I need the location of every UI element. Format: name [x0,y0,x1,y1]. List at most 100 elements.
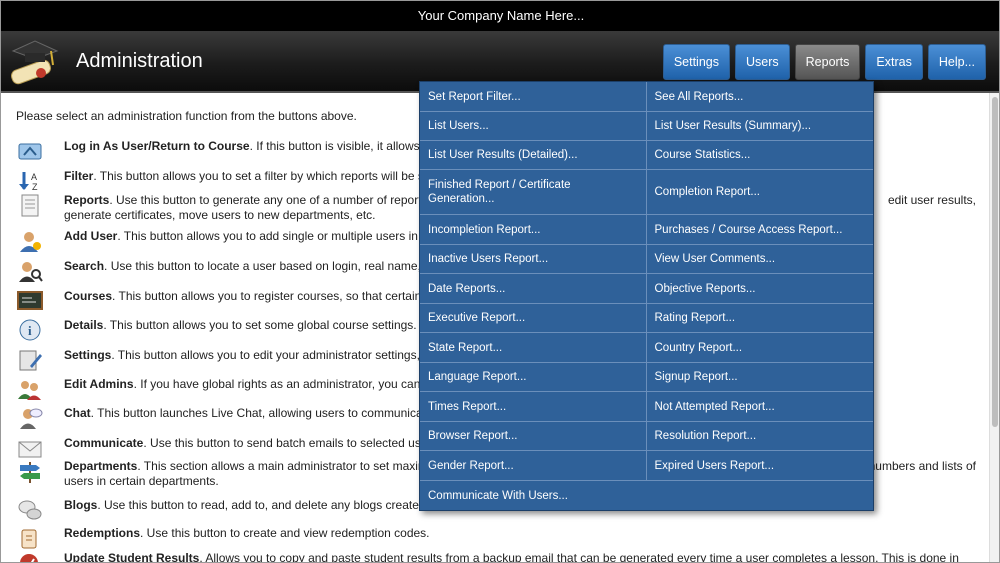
blackboard-icon [17,291,43,310]
menu-item[interactable]: Purchases / Course Access Report... [647,215,874,244]
function-text: . Use this button to locate a user based… [104,259,431,273]
menu-item[interactable]: Finished Report / Certificate Generation… [420,170,647,214]
update-results-icon [20,554,38,562]
function-text: . Use this button to create and view red… [140,526,430,540]
nav-bar: Settings Users Reports Extras Help... [662,44,986,80]
function-row: Update Student Results. Allows you to co… [16,551,976,563]
company-name: Your Company Name Here... [417,8,585,23]
function-title: Update Student Results [64,551,200,563]
svg-text:A: A [31,172,37,182]
menu-item[interactable]: Rating Report... [647,304,874,332]
menu-item[interactable]: Gender Report... [420,451,647,480]
login-icon [18,143,42,160]
menu-item[interactable]: Not Attempted Report... [647,392,874,421]
function-text-continued: numbers and lists of [868,459,976,473]
menu-item[interactable]: Inactive Users Report... [420,245,647,273]
function-text: . This button allows you to set some glo… [103,318,417,332]
menu-row: Language Report... Signup Report... [420,363,873,392]
menu-item[interactable]: Executive Report... [420,304,647,332]
menu-item[interactable]: Communicate With Users... [420,481,873,510]
menu-row: List Users... List User Results (Summary)… [420,112,873,141]
chat-icon [20,408,43,429]
function-text: . This button allows you to edit your ad… [111,348,420,362]
company-bar: Your Company Name Here... [1,1,999,31]
menu-row: Times Report... Not Attempted Report... [420,392,873,422]
function-title: Details [64,318,104,332]
menu-row: Browser Report... Resolution Report... [420,422,873,451]
menu-row: Finished Report / Certificate Generation… [420,170,873,215]
function-title: Settings [64,348,112,362]
settings-edit-icon [19,350,42,371]
function-description: Redemptions. Use this button to create a… [64,526,976,550]
function-text: . Use this button to read, add to, and d… [97,498,426,512]
menu-row: List User Results (Detailed)... Course St… [420,141,873,170]
function-text-continued: edit user results, [887,193,976,207]
function-description: Update Student Results. Allows you to co… [64,551,976,563]
menu-item[interactable]: Signup Report... [647,363,874,391]
function-text: . This button allows you to register cou… [112,289,431,303]
menu-row: Date Reports... Objective Reports... [420,274,873,304]
menu-item[interactable]: Completion Report... [647,170,874,214]
function-title: Redemptions [64,526,141,540]
page-title: Administration [76,50,203,72]
menu-item[interactable]: Objective Reports... [647,274,874,303]
add-user-icon [20,232,41,252]
menu-item[interactable]: View User Comments... [647,245,874,273]
function-text: . If this button is visible, it allows y [249,139,429,153]
svg-text:i: i [28,323,32,338]
reports-button[interactable]: Reports [794,44,861,80]
menu-item[interactable]: List User Results (Detailed)... [420,141,647,169]
function-title: Add User [64,229,118,243]
menu-item[interactable]: See All Reports... [647,82,874,111]
reports-dropdown-menu: Set Report Filter... See All Reports... Li… [419,81,874,511]
extras-button[interactable]: Extras [865,44,923,80]
redemption-icon [21,529,37,549]
app-window: Your Company Name Here... Administration… [0,0,1000,563]
settings-button[interactable]: Settings [662,44,730,80]
function-title: Departments [64,459,138,473]
menu-item[interactable]: List Users... [420,112,647,140]
menu-row: Inactive Users Report... View User Commen… [420,245,873,274]
function-text: . If you have global rights as an admini… [133,377,431,391]
menu-item[interactable]: Times Report... [420,392,647,421]
function-text: . This button allows you to set a filter… [93,169,424,183]
function-title: Courses [64,289,113,303]
users-button[interactable]: Users [734,44,790,80]
signpost-icon [20,462,40,483]
menu-item[interactable]: Date Reports... [420,274,647,303]
email-icon [18,441,42,458]
function-text: . This section allows a main administrat… [137,459,428,473]
admins-icon [18,381,41,400]
function-text: . This button allows you to add single o… [117,229,428,243]
svg-text:Z: Z [32,182,38,192]
function-row: Redemptions. Use this button to create a… [16,526,976,550]
blog-icon [18,500,42,520]
menu-item[interactable]: List User Results (Summary)... [647,112,874,140]
menu-item[interactable]: Country Report... [647,333,874,362]
menu-item[interactable]: Browser Report... [420,422,647,450]
document-icon [21,194,39,217]
vertical-scrollbar[interactable] [989,93,999,562]
function-title: Filter [64,169,94,183]
function-text: . Use this button to generate any one of… [109,193,428,207]
search-user-icon [19,262,43,282]
menu-item[interactable]: Language Report... [420,363,647,391]
menu-item[interactable]: Incompletion Report... [420,215,647,244]
function-title: Communicate [64,436,144,450]
help-button[interactable]: Help... [927,44,986,80]
menu-item[interactable]: Set Report Filter... [420,82,647,111]
function-title: Blogs [64,498,98,512]
menu-row: Communicate With Users... [420,481,873,510]
menu-item[interactable]: Course Statistics... [647,141,874,169]
function-title: Log in As User/Return to Course [64,139,250,153]
menu-item[interactable]: State Report... [420,333,647,362]
function-title: Edit Admins [64,377,134,391]
sort-az-icon: AZ [19,172,38,192]
menu-item[interactable]: Resolution Report... [647,422,874,450]
menu-item[interactable]: Expired Users Report... [647,451,874,480]
function-title: Reports [64,193,110,207]
graduation-cap-logo-icon [11,40,59,85]
info-icon: i [19,319,41,341]
function-title: Search [64,259,105,273]
scrollbar-thumb[interactable] [992,97,998,427]
